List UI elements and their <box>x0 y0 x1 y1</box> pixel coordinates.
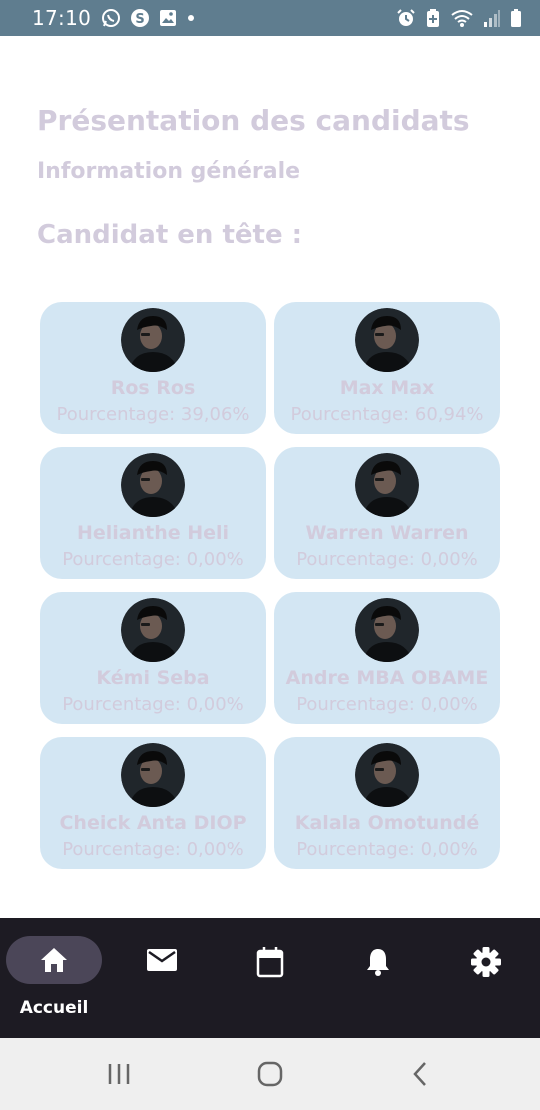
avatar <box>355 598 419 662</box>
status-bar: 17:10 S <box>0 0 540 36</box>
candidate-percentage: Pourcentage: 0,00% <box>296 839 478 860</box>
nav-label-accueil: Accueil <box>19 998 89 1018</box>
home-circle-icon[interactable] <box>250 1058 290 1090</box>
wifi-icon <box>450 8 474 28</box>
nav-item-accueil[interactable]: Accueil <box>0 918 108 1038</box>
back-icon[interactable] <box>401 1058 441 1090</box>
calendar-icon <box>216 946 324 978</box>
candidate-card[interactable]: Cheick Anta DIOP Pourcentage: 0,00% <box>40 737 266 869</box>
section-subtitle: Information générale <box>37 159 301 184</box>
nav-item-settings[interactable] <box>432 918 540 1038</box>
nav-item-calendar[interactable] <box>216 918 324 1038</box>
avatar <box>121 308 185 372</box>
battery-icon <box>510 8 522 28</box>
avatar <box>121 598 185 662</box>
candidate-name: Warren Warren <box>305 522 469 544</box>
candidate-percentage: Pourcentage: 60,94% <box>290 404 484 425</box>
candidate-name: Helianthe Heli <box>76 522 230 544</box>
candidate-name: Max Max <box>339 377 435 399</box>
candidate-card[interactable]: Helianthe Heli Pourcentage: 0,00% <box>40 447 266 579</box>
status-time: 17:10 <box>32 6 92 30</box>
bell-icon <box>324 946 432 978</box>
whatsapp-icon <box>101 8 121 28</box>
avatar <box>355 308 419 372</box>
status-right-icons <box>396 8 522 28</box>
leader-label: Candidat en tête : <box>37 220 303 250</box>
mail-icon <box>108 946 216 974</box>
recents-icon[interactable] <box>99 1058 139 1090</box>
nav-item-mail[interactable] <box>108 918 216 1038</box>
status-left-icons: S <box>101 8 196 28</box>
candidate-card[interactable]: Kémi Seba Pourcentage: 0,00% <box>40 592 266 724</box>
home-icon <box>0 946 108 974</box>
nav-item-notifications[interactable] <box>324 918 432 1038</box>
avatar <box>121 453 185 517</box>
signal-icon <box>483 8 501 28</box>
candidate-percentage: Pourcentage: 0,00% <box>296 694 478 715</box>
page-title: Présentation des candidats <box>37 104 470 137</box>
gear-icon <box>432 946 540 978</box>
candidate-name: Kalala Omotundé <box>294 812 480 834</box>
alarm-icon <box>396 8 416 28</box>
avatar <box>355 453 419 517</box>
avatar <box>121 743 185 807</box>
dot-icon <box>186 13 196 23</box>
candidate-percentage: Pourcentage: 39,06% <box>56 404 250 425</box>
candidate-name: Ros Ros <box>110 377 196 399</box>
candidate-card[interactable]: Kalala Omotundé Pourcentage: 0,00% <box>274 737 500 869</box>
candidate-percentage: Pourcentage: 0,00% <box>296 549 478 570</box>
image-icon <box>159 9 177 27</box>
candidate-card[interactable]: Warren Warren Pourcentage: 0,00% <box>274 447 500 579</box>
candidate-card[interactable]: Andre MBA OBAME Pourcentage: 0,00% <box>274 592 500 724</box>
bottom-nav: Accueil <box>0 918 540 1038</box>
candidate-name: Cheick Anta DIOP <box>59 812 247 834</box>
system-nav-bar <box>0 1038 540 1110</box>
candidate-name: Kémi Seba <box>96 667 210 689</box>
battery-saver-icon <box>425 8 441 28</box>
candidate-grid: Ros Ros Pourcentage: 39,06% Max Max Pour… <box>40 302 500 869</box>
candidate-card[interactable]: Ros Ros Pourcentage: 39,06% <box>40 302 266 434</box>
skype-icon: S <box>130 8 150 28</box>
candidate-percentage: Pourcentage: 0,00% <box>62 694 244 715</box>
candidate-name: Andre MBA OBAME <box>285 667 489 689</box>
candidate-percentage: Pourcentage: 0,00% <box>62 839 244 860</box>
svg-text:S: S <box>135 12 144 27</box>
candidate-card[interactable]: Max Max Pourcentage: 60,94% <box>274 302 500 434</box>
candidate-percentage: Pourcentage: 0,00% <box>62 549 244 570</box>
avatar <box>355 743 419 807</box>
